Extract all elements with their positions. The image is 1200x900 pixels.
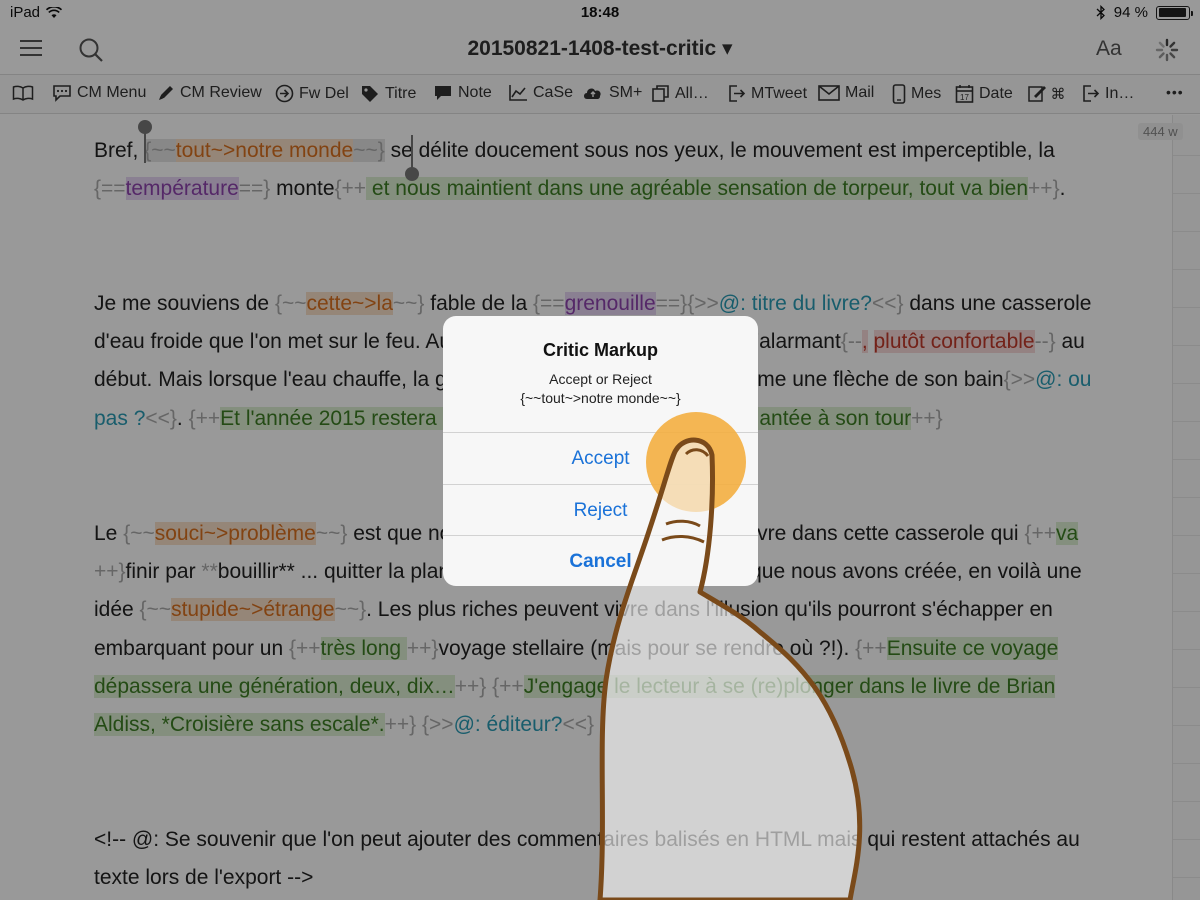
alert-message: Accept or Reject {~~tout~>notre monde~~} xyxy=(443,370,758,408)
alert-message-line-2: {~~tout~>notre monde~~} xyxy=(520,390,681,406)
reject-button[interactable]: Reject xyxy=(443,484,758,536)
critic-markup-alert: Critic Markup Accept or Reject {~~tout~>… xyxy=(443,316,758,586)
alert-title: Critic Markup xyxy=(542,340,659,360)
cancel-button[interactable]: Cancel xyxy=(443,535,758,586)
accept-button[interactable]: Accept xyxy=(443,432,758,484)
alert-message-line-1: Accept or Reject xyxy=(549,371,652,387)
